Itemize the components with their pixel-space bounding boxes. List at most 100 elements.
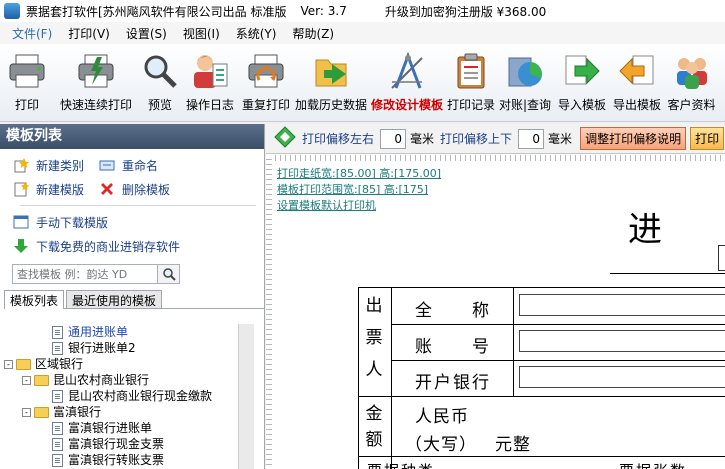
- tab-template-list[interactable]: 模板列表: [4, 290, 65, 309]
- rename-button[interactable]: 重命名: [98, 156, 158, 174]
- print-records-label: 打印记录: [446, 98, 495, 112]
- import-arrow-icon: [561, 50, 603, 92]
- load-history-button[interactable]: 加载历史数据: [294, 44, 368, 113]
- rmb-label: 人民币: [415, 407, 469, 427]
- document-icon: [52, 325, 63, 339]
- customer-info-button[interactable]: 客户资料: [664, 44, 719, 113]
- printer-icon: [6, 50, 48, 92]
- drawer-char-3: 人: [365, 360, 383, 380]
- upgrade-link[interactable]: 升级到加密狗注册版 ¥368.00: [385, 3, 546, 20]
- tree-node-0[interactable]: 通用进账单: [4, 324, 236, 340]
- tree-node-label: 区域银行: [35, 357, 84, 371]
- tab-recent-templates[interactable]: 最近使用的模板: [66, 290, 163, 308]
- bank-field[interactable]: [519, 366, 725, 388]
- new-category-button[interactable]: 新建类别: [12, 156, 84, 174]
- yuan-zheng-label: 元整: [495, 435, 531, 455]
- customer-info-label: 客户资料: [667, 98, 716, 112]
- manual-download-button[interactable]: 手动下载模版: [12, 213, 108, 231]
- delete-template-button[interactable]: 删除模板: [98, 180, 170, 198]
- edit-template-label: 修改设计模板: [370, 98, 443, 112]
- fast-print-button[interactable]: 快速连续打印: [54, 44, 138, 113]
- account-number-field[interactable]: [519, 330, 725, 352]
- tree-node-label: 富滇银行转账支票: [68, 453, 165, 467]
- template-search-input[interactable]: [12, 264, 158, 284]
- magnifier-icon: [139, 50, 181, 92]
- tree-node-3[interactable]: - 昆山农村商业银行: [4, 372, 236, 388]
- customers-icon: [671, 50, 713, 92]
- template-info-links: 打印走纸宽:[85.00] 高:[175.00] 模板打印范围宽:[85] 高:…: [277, 166, 441, 214]
- bill-count-label: 票据张数: [619, 460, 687, 469]
- document-icon: [52, 421, 63, 435]
- search-icon: [162, 268, 176, 281]
- full-name-field[interactable]: [519, 294, 725, 316]
- rename-label: 重命名: [122, 158, 159, 173]
- paper-size-link[interactable]: 打印走纸宽:[85.00] 高:[175.00]: [277, 166, 441, 182]
- menu-view[interactable]: 视图(I): [175, 25, 228, 42]
- tree-node-6[interactable]: 富滇银行进账单: [4, 420, 236, 436]
- tree-node-1[interactable]: 银行进账单2: [4, 340, 236, 356]
- menu-system[interactable]: 系统(Y): [228, 25, 285, 42]
- bill-type-label: 票据种类: [367, 460, 435, 469]
- main-toolbar: 打印 快速连续打印 预览 操作日志 重复打印 加载历史数据 修改设计模板 打印记…: [0, 44, 725, 122]
- print-records-button[interactable]: 打印记录: [446, 44, 496, 113]
- tree-node-label: 昆山农村商业银行: [53, 373, 150, 387]
- menu-help[interactable]: 帮助(Z): [284, 25, 342, 42]
- diamond-arrows-icon[interactable]: [274, 126, 296, 151]
- repeat-print-button[interactable]: 重复打印: [238, 44, 294, 113]
- menu-print[interactable]: 打印(V): [60, 25, 118, 42]
- account-number-label: 账 号: [415, 337, 491, 357]
- menu-file[interactable]: 文件(F): [4, 25, 60, 42]
- edit-template-button[interactable]: 修改设计模板: [368, 44, 446, 113]
- drawer-char-2: 票: [365, 328, 383, 348]
- tree-toggle-2[interactable]: -: [4, 359, 13, 369]
- toolbar-print-button[interactable]: 打印: [690, 127, 725, 150]
- search-button[interactable]: [158, 264, 180, 284]
- folder-icon: [34, 374, 49, 386]
- offset-lr-input[interactable]: 0: [380, 128, 407, 149]
- repeat-print-icon: [245, 50, 287, 92]
- tree-toggle-3[interactable]: -: [22, 375, 31, 385]
- section-divider: [391, 288, 392, 469]
- plus-star-icon: [12, 156, 30, 174]
- import-template-button[interactable]: 导入模板: [554, 44, 610, 113]
- unit-mm-label-2: 毫米: [548, 132, 573, 146]
- drawer-char-1: 出: [365, 296, 383, 316]
- print-range-link[interactable]: 模板打印范围宽:[85] 高:[175]: [277, 182, 441, 198]
- menu-settings[interactable]: 设置(S): [118, 25, 175, 42]
- green-down-arrow-icon: [12, 237, 30, 255]
- tree-node-7[interactable]: 富滇银行现金支票: [4, 436, 236, 452]
- offset-ud-input[interactable]: 0: [518, 128, 545, 149]
- row-divider-1: [359, 396, 725, 397]
- tree-node-8[interactable]: 富滇银行转账支票: [4, 452, 236, 468]
- print-button[interactable]: 打印: [0, 44, 54, 113]
- tree-node-label: 银行进账单2: [68, 341, 136, 355]
- deposit-slip-form: 出 票 人 全 称 账 号 开户银行 金 额 人民币 （大写） 元整 票据种类 …: [358, 287, 725, 469]
- delete-x-icon: [98, 180, 116, 198]
- tree-node-4[interactable]: 昆山农村商业银行现金缴款: [4, 388, 236, 404]
- new-template-label: 新建模版: [36, 182, 85, 197]
- free-software-download-button[interactable]: 下载免费的商业进销存软件: [12, 237, 180, 255]
- document-icon: [52, 389, 63, 403]
- version-label: Ver: 3.7: [300, 4, 347, 18]
- panel-title: 模板列表: [0, 124, 264, 149]
- document-icon: [52, 341, 63, 355]
- default-printer-link[interactable]: 设置模板默认打印机: [277, 198, 441, 214]
- export-template-button[interactable]: 导出模板: [610, 44, 664, 113]
- resize-handle[interactable]: [718, 245, 725, 271]
- reconcile-query-button[interactable]: 对账|查询: [496, 44, 554, 113]
- adjust-offset-help-button[interactable]: 调整打印偏移说明: [580, 127, 687, 150]
- amount-char-1: 金: [365, 404, 383, 424]
- new-doc-icon: [12, 180, 30, 198]
- operation-log-button[interactable]: 操作日志: [182, 44, 238, 113]
- new-category-label: 新建类别: [36, 158, 85, 173]
- preview-label: 预览: [147, 98, 172, 112]
- tree-node-2[interactable]: - 区域银行: [4, 356, 236, 372]
- tree-node-label: 富滇银行现金支票: [68, 437, 165, 451]
- tree-toggle-5[interactable]: -: [22, 407, 31, 417]
- free-download-label: 下载免费的商业进销存软件: [36, 239, 181, 254]
- tree-node-label: 富滇银行进账单: [68, 421, 153, 435]
- tree-scrollbar[interactable]: [238, 324, 254, 469]
- new-template-button[interactable]: 新建模版: [12, 180, 84, 198]
- tree-node-5[interactable]: - 富滇银行: [4, 404, 236, 420]
- preview-button[interactable]: 预览: [138, 44, 182, 113]
